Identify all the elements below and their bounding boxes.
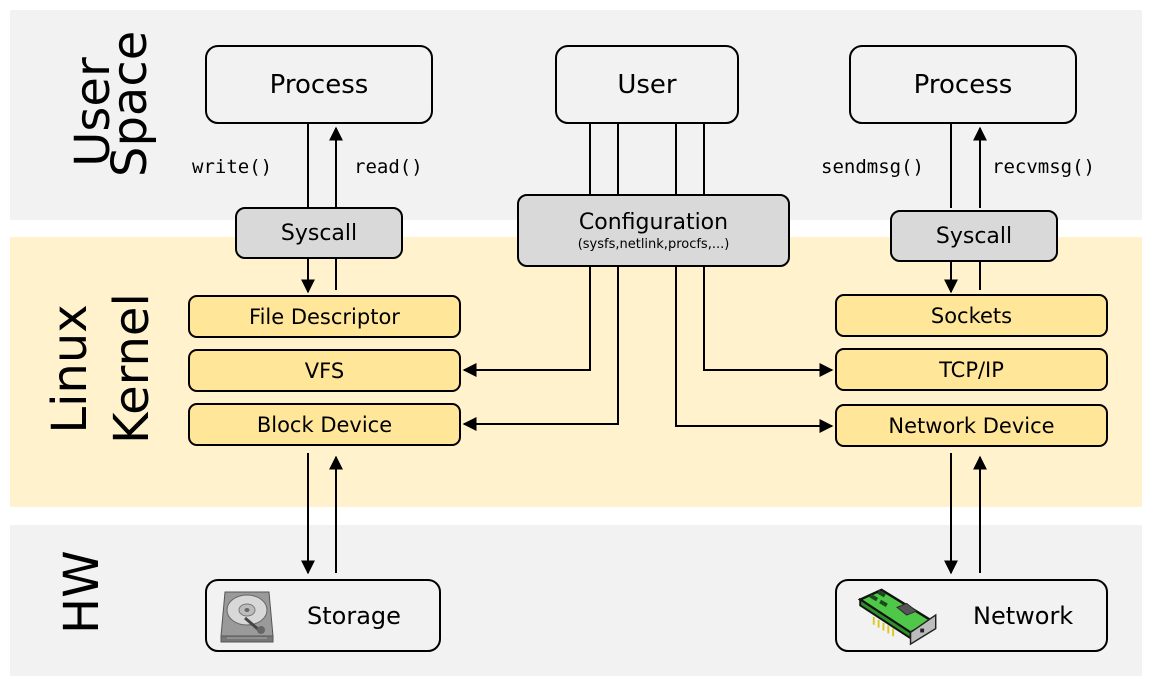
right-process-box: Process	[849, 45, 1077, 124]
file-descriptor-box: File Descriptor	[188, 295, 461, 338]
configuration-title: Configuration	[578, 209, 729, 235]
storage-label: Storage	[307, 601, 401, 630]
user-label: User	[617, 69, 677, 100]
write-call-label: write()	[192, 156, 273, 178]
right-process-label: Process	[913, 69, 1013, 100]
block-device-label: Block Device	[256, 412, 393, 437]
left-process-label: Process	[269, 69, 369, 100]
network-box: Network	[835, 579, 1108, 652]
configuration-box: Configuration (sysfs,netlink,procfs,...)	[517, 194, 790, 267]
network-card-icon	[857, 588, 937, 645]
sendmsg-call-label: sendmsg()	[821, 156, 924, 178]
vfs-box: VFS	[188, 349, 461, 392]
left-syscall-box: Syscall	[235, 207, 403, 259]
config-to-tcpip-arrow	[703, 266, 834, 377]
left-process-box: Process	[205, 45, 433, 124]
user-box: User	[555, 45, 739, 124]
right-syscall-label: Syscall	[935, 223, 1013, 249]
left-syscall-label: Syscall	[280, 220, 358, 246]
vfs-label: VFS	[304, 358, 345, 383]
file-descriptor-label: File Descriptor	[249, 304, 400, 329]
read-call-label: read()	[354, 156, 423, 178]
configuration-subtitle: (sysfs,netlink,procfs,...)	[577, 236, 730, 252]
tcpip-box: TCP/IP	[835, 348, 1108, 391]
storage-box: Storage	[205, 579, 441, 652]
network-label: Network	[973, 601, 1074, 630]
config-to-vfs-arrow	[462, 266, 591, 377]
right-syscall-box: Syscall	[890, 210, 1058, 262]
recvmsg-call-label: recvmsg()	[992, 156, 1095, 178]
config-to-network-device-arrow	[675, 266, 834, 433]
block-device-box: Block Device	[188, 403, 461, 446]
tcpip-label: TCP/IP	[939, 357, 1004, 382]
network-device-box: Network Device	[835, 404, 1108, 447]
config-to-block-arrow	[462, 266, 619, 431]
sockets-box: Sockets	[835, 294, 1108, 337]
network-device-label: Network Device	[888, 413, 1055, 438]
sockets-label: Sockets	[930, 303, 1013, 328]
hard-drive-icon	[220, 591, 274, 642]
